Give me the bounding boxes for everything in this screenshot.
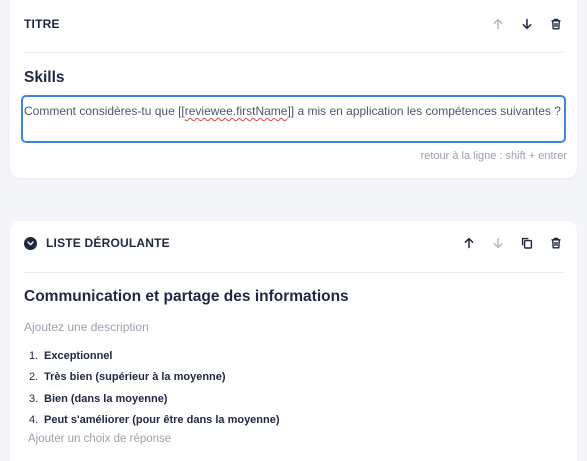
block-title[interactable]: Communication et partage des information… [24,288,349,306]
block-actions [449,234,565,252]
question-block-title: TITRE Skills Comment considères-tu que [… [10,0,577,178]
block-title[interactable]: Skills [24,69,65,87]
duplicate-button[interactable] [518,234,536,252]
arrow-up-icon [464,237,474,249]
question-text-after: ]] a mis en application les compétences … [287,104,561,118]
choice-number: 1. [29,349,39,362]
choice-number: 2. [29,371,39,384]
arrow-down-icon [493,237,503,249]
choice-item[interactable]: 4. Peut s'améliorer (pour être dans la m… [29,410,280,432]
choice-number: 3. [29,392,39,405]
trash-icon [551,18,561,30]
block-header: TITRE [24,12,565,36]
choice-label: Exceptionnel [44,349,113,362]
block-actions [478,15,565,33]
header-divider [24,52,563,53]
copy-icon [521,237,533,249]
choice-label: Peut s'améliorer (pour être dans la moye… [44,414,280,427]
block-type-label: LISTE DÉROULANTE [46,236,170,250]
description-input[interactable]: Ajoutez une description [24,320,149,334]
add-choice-button[interactable]: Ajouter un choix de réponse [28,433,171,445]
question-variable: reviewee.firstName [184,104,288,118]
choice-item[interactable]: 3. Bien (dans la moyenne) [29,388,280,410]
choice-list: 1. Exceptionnel 2. Très bien (supérieur … [29,345,280,431]
choice-item[interactable]: 1. Exceptionnel [29,345,280,367]
choice-label: Bien (dans la moyenne) [44,392,168,405]
move-up-button[interactable] [460,234,478,252]
question-text-before: Comment considères-tu que [[ [24,104,185,118]
choice-item[interactable]: 2. Très bien (supérieur à la moyenne) [29,367,280,389]
arrow-down-icon [522,18,532,30]
newline-hint: retour à la ligne : shift + entrer [420,150,567,162]
delete-button[interactable] [547,234,565,252]
move-up-button[interactable] [489,15,507,33]
choice-label: Très bien (supérieur à la moyenne) [44,371,226,384]
header-divider [24,272,563,273]
arrow-up-icon [493,18,503,30]
block-type-label: TITRE [24,17,60,31]
trash-icon [551,237,561,249]
block-header: LISTE DÉROULANTE [24,231,565,255]
move-down-button[interactable] [489,234,507,252]
question-text-input[interactable]: Comment considères-tu que [[reviewee.fir… [21,95,566,143]
move-down-button[interactable] [518,15,536,33]
question-block-dropdown: LISTE DÉROULANTE Communication et partag… [10,221,577,461]
choice-number: 4. [29,414,39,427]
chevron-down-circle-icon [24,236,37,250]
delete-button[interactable] [547,15,565,33]
